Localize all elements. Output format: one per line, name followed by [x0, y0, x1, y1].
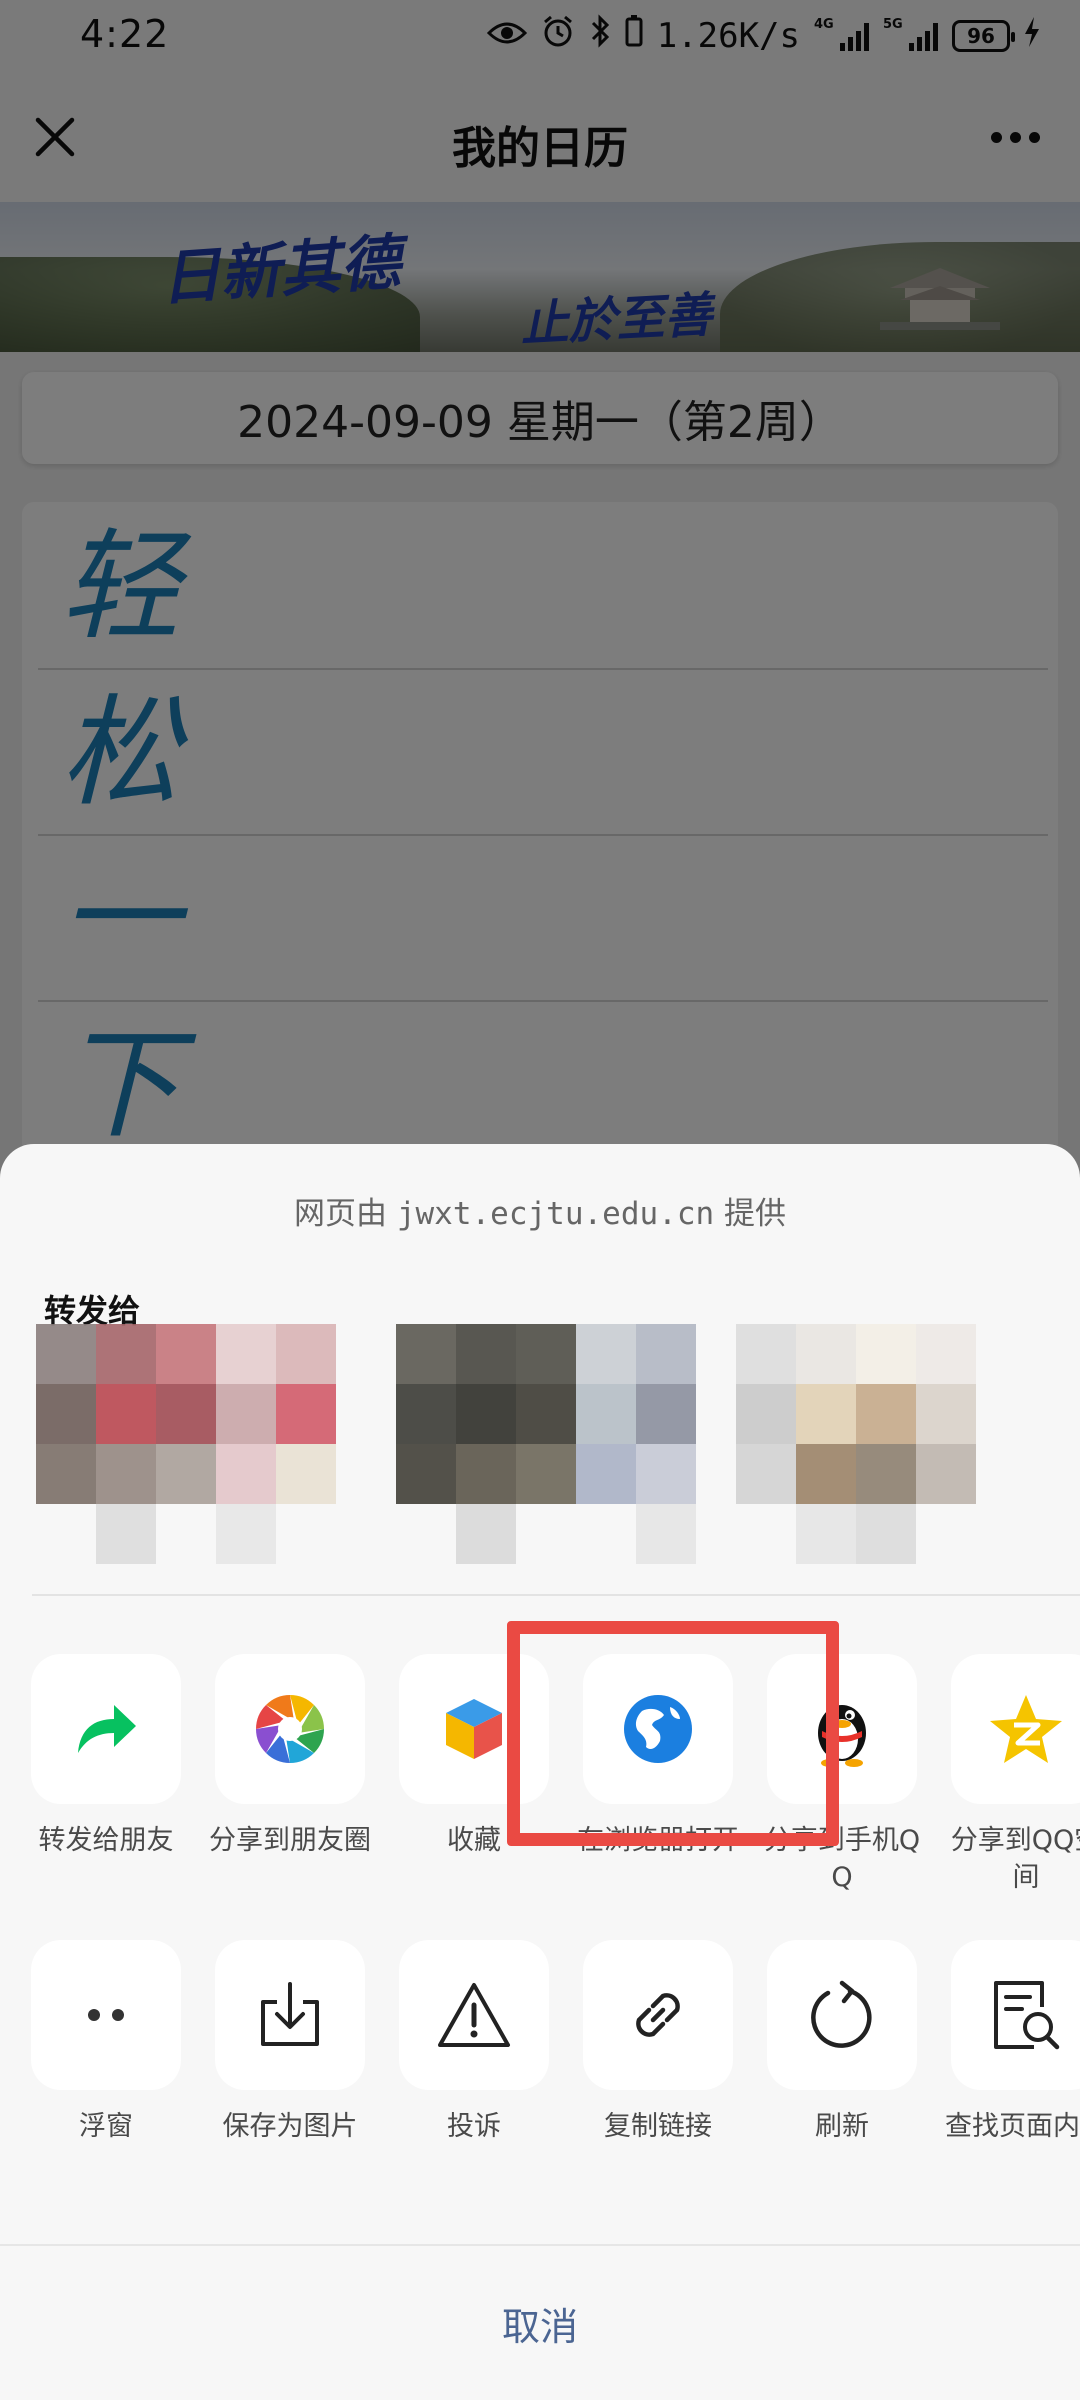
save-image-icon	[261, 1982, 319, 2046]
action-share-moments[interactable]: 分享到朋友圈	[198, 1654, 382, 1859]
moments-icon	[256, 1695, 324, 1763]
action-tile[interactable]	[583, 1940, 733, 2090]
contact-avatar-blurred[interactable]	[736, 1324, 1036, 1564]
contact-avatar-blurred[interactable]	[396, 1324, 716, 1564]
warning-icon	[438, 1983, 510, 2047]
action-find-in-page[interactable]: 查找页面内容	[934, 1940, 1080, 2145]
highlight-box	[507, 1621, 839, 1846]
action-tile[interactable]	[215, 1654, 365, 1804]
action-tile[interactable]	[31, 1654, 181, 1804]
provider-prefix: 网页由	[294, 1196, 387, 1232]
link-icon	[636, 1993, 680, 2037]
action-share-qzone[interactable]: 分享到QQ空间	[934, 1654, 1080, 1896]
action-save-as-image[interactable]: 保存为图片	[198, 1940, 382, 2145]
action-label: 分享到朋友圈	[209, 1825, 371, 1856]
search-page-icon	[994, 1981, 1060, 2050]
action-tile[interactable]	[951, 1654, 1080, 1804]
recent-contacts[interactable]	[0, 1324, 1080, 1574]
forward-arrow-icon	[78, 1705, 136, 1753]
action-copy-link[interactable]: 复制链接	[566, 1940, 750, 2145]
action-label: 浮窗	[79, 2111, 133, 2142]
action-floating-window[interactable]: 浮窗	[14, 1940, 198, 2145]
action-report[interactable]: 投诉	[382, 1940, 566, 2145]
provider-domain: jwxt.ecjtu.edu.cn	[396, 1196, 715, 1232]
action-label: 复制链接	[604, 2111, 712, 2142]
action-tile[interactable]	[399, 1940, 549, 2090]
action-tile[interactable]	[951, 1940, 1080, 2090]
page-provider-note: 网页由 jwxt.ecjtu.edu.cn 提供	[0, 1188, 1080, 1233]
refresh-icon	[811, 1980, 872, 2048]
provider-suffix: 提供	[724, 1196, 786, 1232]
sheet-divider	[32, 1594, 1080, 1596]
action-tile[interactable]	[215, 1940, 365, 2090]
floating-window-icon	[88, 2009, 124, 2021]
action-forward-to-friend[interactable]: 转发给朋友	[14, 1654, 198, 1859]
action-label: 投诉	[447, 2111, 501, 2142]
cancel-button[interactable]: 取消	[502, 2296, 578, 2351]
cancel-bar: 取消	[0, 2244, 1080, 2400]
action-label: 保存为图片	[222, 2111, 358, 2142]
contact-avatar-blurred[interactable]	[36, 1324, 366, 1564]
action-label: 刷新	[815, 2111, 869, 2142]
action-refresh[interactable]: 刷新	[750, 1940, 934, 2145]
action-tile[interactable]	[31, 1940, 181, 2090]
action-label: 分享到QQ空间	[950, 1825, 1080, 1893]
action-label: 转发给朋友	[38, 1825, 174, 1856]
action-tile[interactable]	[767, 1940, 917, 2090]
action-label: 查找页面内容	[945, 2111, 1080, 2142]
qzone-star-icon	[990, 1695, 1062, 1763]
favorites-cube-icon	[446, 1699, 502, 1759]
more-actions-row: 浮窗 保存为图片 投诉 复制链接 刷新 查找页面内	[0, 1940, 1080, 2160]
